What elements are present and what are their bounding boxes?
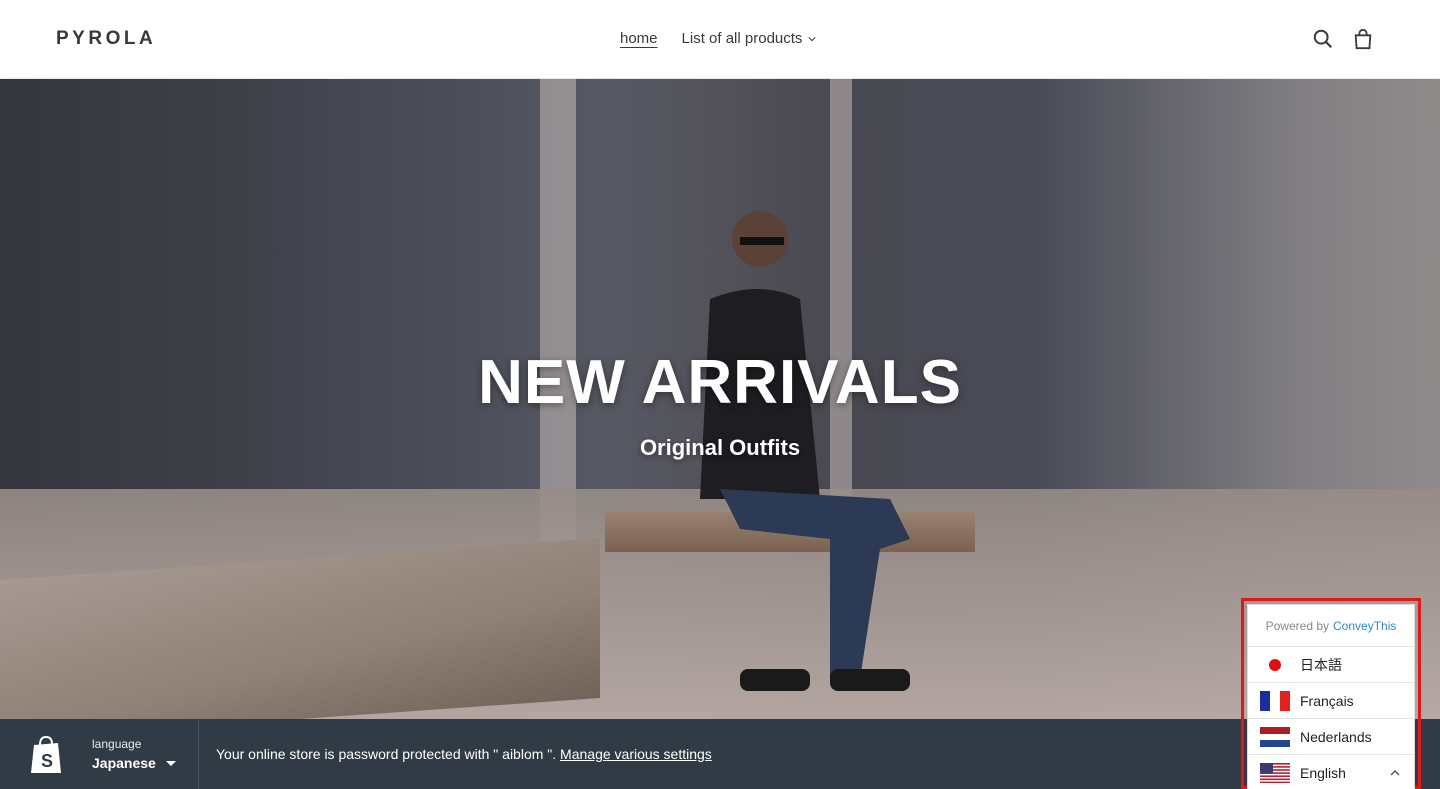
main-nav: home List of all products bbox=[620, 30, 817, 47]
cart-icon[interactable] bbox=[1352, 28, 1374, 50]
nav-products-link[interactable]: List of all products bbox=[682, 30, 817, 47]
header-icons bbox=[1312, 28, 1374, 50]
hero-subtitle: Original Outfits bbox=[639, 435, 801, 460]
svg-text:S: S bbox=[41, 751, 53, 771]
language-value-text: Japanese bbox=[92, 755, 156, 771]
language-value[interactable]: Japanese bbox=[92, 755, 176, 771]
nav-products-label: List of all products bbox=[681, 30, 803, 47]
hero-title: NEW ARRIVALS bbox=[478, 348, 962, 417]
language-option-dutch[interactable]: Nederlands bbox=[1248, 719, 1414, 755]
password-message-text: Your online store is password protected … bbox=[216, 746, 557, 762]
admin-bottom-bar: S language Japanese Your online store is… bbox=[0, 719, 1440, 789]
jp-flag-icon bbox=[1260, 654, 1290, 675]
powered-by: Powered by ConveyThis bbox=[1248, 605, 1414, 647]
password-message: Your online store is password protected … bbox=[216, 746, 712, 762]
language-switcher: Powered by ConveyThis 日本語 Français Neder… bbox=[1247, 604, 1415, 789]
language-option-label: Français bbox=[1300, 692, 1354, 709]
language-option-english[interactable]: English bbox=[1248, 755, 1414, 789]
powered-by-text: Powered by bbox=[1265, 618, 1329, 633]
language-switcher-highlight: Powered by ConveyThis 日本語 Français Neder… bbox=[1241, 598, 1421, 789]
language-label: language bbox=[92, 737, 142, 751]
site-header: PYROLA home List of all products bbox=[0, 0, 1440, 79]
search-icon[interactable] bbox=[1312, 28, 1334, 50]
language-option-french[interactable]: Français bbox=[1248, 683, 1414, 719]
language-option-label: Nederlands bbox=[1300, 728, 1372, 745]
manage-settings-link[interactable]: Manage various settings bbox=[560, 746, 712, 762]
nav-home-link[interactable]: home bbox=[620, 30, 658, 47]
language-option-japanese[interactable]: 日本語 bbox=[1248, 647, 1414, 683]
chevron-down-icon bbox=[808, 36, 817, 41]
shopify-bag-icon: S bbox=[31, 735, 61, 773]
nl-flag-icon bbox=[1260, 726, 1290, 747]
bar-divider bbox=[198, 719, 199, 789]
hero-pillar bbox=[540, 79, 576, 559]
caret-down-icon bbox=[165, 760, 176, 766]
hero-banner: NEW ARRIVALS Original Outfits bbox=[0, 79, 1440, 719]
language-option-label: 日本語 bbox=[1300, 656, 1342, 673]
conveythis-link[interactable]: ConveyThis bbox=[1333, 619, 1396, 633]
chevron-up-icon[interactable] bbox=[1390, 768, 1400, 778]
language-selector[interactable]: language Japanese bbox=[92, 737, 176, 771]
fr-flag-icon bbox=[1260, 690, 1290, 711]
language-option-label: English bbox=[1300, 765, 1346, 781]
store-logo[interactable]: PYROLA bbox=[56, 28, 156, 50]
us-flag-icon bbox=[1260, 763, 1290, 783]
